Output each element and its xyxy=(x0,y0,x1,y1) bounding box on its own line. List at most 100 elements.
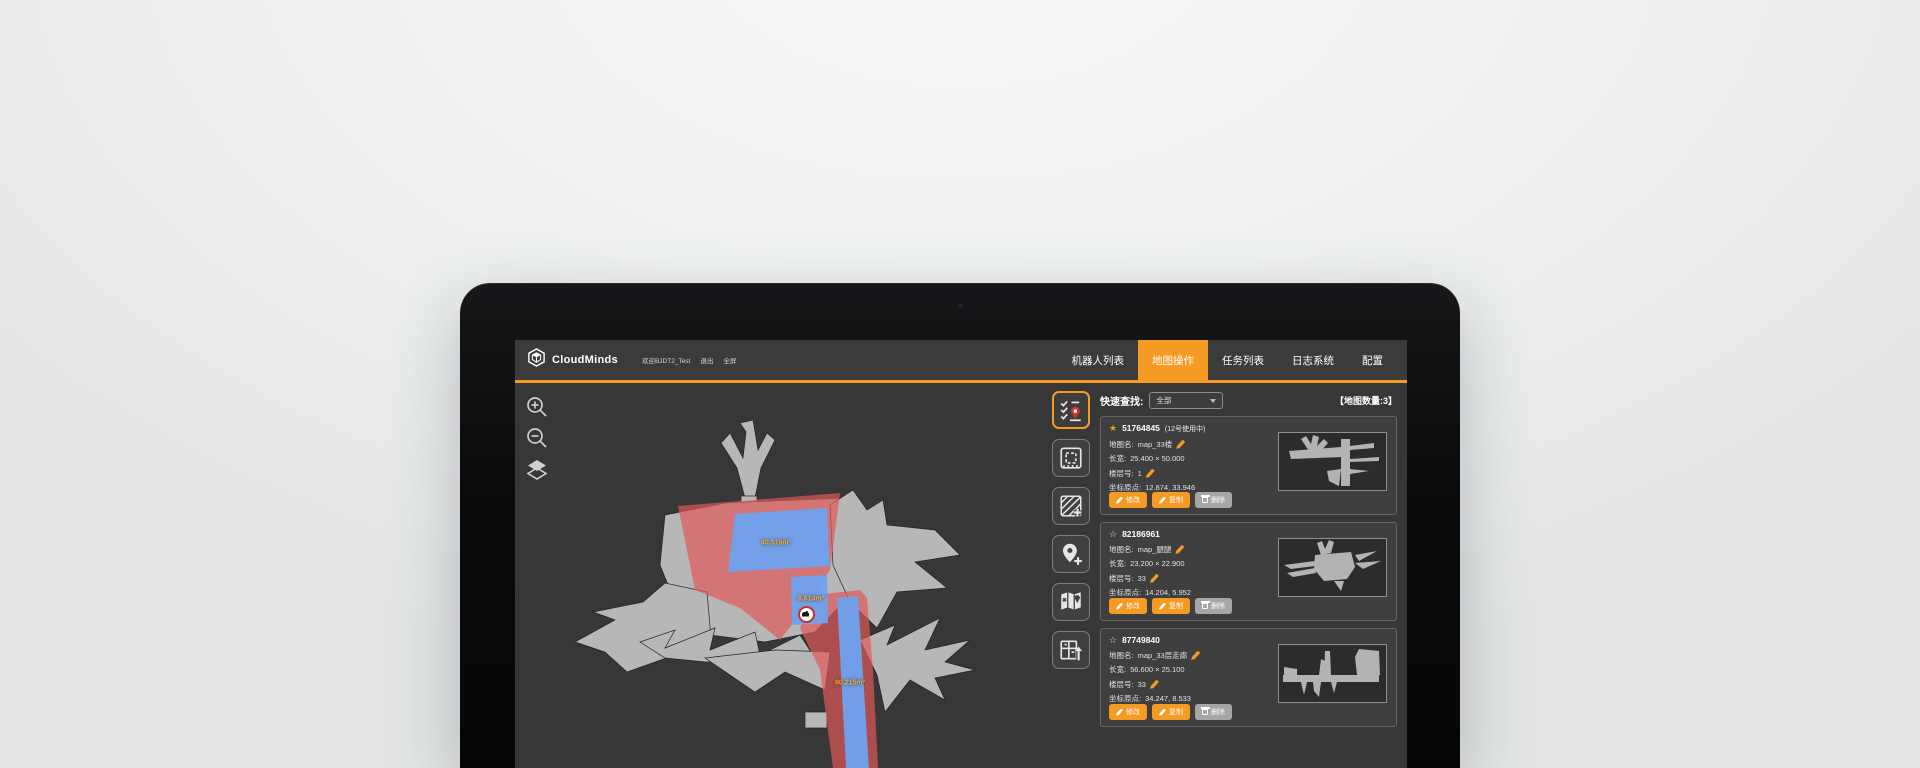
favorite-star-icon[interactable]: ☆ xyxy=(1109,530,1117,539)
welcome-text: 欢迎BJDT2_Test xyxy=(642,355,690,365)
map-count-text: 【地图数量:3】 xyxy=(1335,394,1397,407)
map-zoom-controls xyxy=(525,395,549,481)
edit-icon[interactable] xyxy=(1175,545,1184,554)
area-label: 40.519m² xyxy=(761,540,791,547)
delete-button[interactable]: 删除 xyxy=(1195,598,1232,614)
origin-label: 坐标原点: xyxy=(1109,693,1141,704)
trash-icon xyxy=(1202,497,1208,504)
map-name-value: map_33楼 xyxy=(1138,439,1173,450)
edit-icon[interactable] xyxy=(1191,651,1200,660)
floor-label: 楼层号: xyxy=(1109,468,1134,479)
edit-icon xyxy=(1116,603,1123,610)
tool-map-upload-button[interactable] xyxy=(1052,631,1090,669)
fullscreen-link[interactable]: 全屏 xyxy=(723,355,736,365)
navbar: CloudMinds 欢迎BJDT2_Test 退出 全屏 机器人列表 地图操作… xyxy=(515,340,1407,383)
map-toolbar xyxy=(1052,391,1090,669)
map-id: 51764845 xyxy=(1122,423,1160,433)
modify-button[interactable]: 修改 xyxy=(1109,704,1147,720)
webcam-dot xyxy=(958,303,963,308)
map-size-value: 23.200 × 22.900 xyxy=(1130,559,1184,568)
favorite-star-icon[interactable]: ★ xyxy=(1109,424,1117,433)
map-size-label: 长宽: xyxy=(1109,664,1126,675)
map-in-use-text: (12号使用中) xyxy=(1165,424,1205,434)
favorite-star-icon[interactable]: ☆ xyxy=(1109,636,1117,645)
nav-tab-task-list[interactable]: 任务列表 xyxy=(1208,340,1278,380)
modify-button[interactable]: 修改 xyxy=(1109,598,1147,614)
tool-add-point-button[interactable] xyxy=(1052,535,1090,573)
trash-icon xyxy=(1202,603,1208,610)
map-card: ★ 51764845 (12号使用中) 地图名:map_33楼 长宽:25.40… xyxy=(1100,416,1397,515)
map-name-value: map_腿腿 xyxy=(1138,544,1172,555)
origin-label: 坐标原点: xyxy=(1109,587,1141,598)
edit-icon xyxy=(1159,497,1166,504)
map-size-value: 25.400 × 50.000 xyxy=(1130,454,1184,463)
copy-button[interactable]: 复制 xyxy=(1152,598,1190,614)
nav-tab-map-operations[interactable]: 地图操作 xyxy=(1138,340,1208,380)
trash-icon xyxy=(1202,709,1208,716)
map-thumbnail[interactable] xyxy=(1278,432,1387,491)
map-id: 82186961 xyxy=(1122,529,1160,539)
floor-label: 楼层号: xyxy=(1109,679,1134,690)
nav-tab-config[interactable]: 配置 xyxy=(1348,340,1397,380)
copy-button[interactable]: 复制 xyxy=(1152,492,1190,508)
brand[interactable]: CloudMinds xyxy=(527,340,618,380)
delete-button[interactable]: 删除 xyxy=(1195,492,1232,508)
edit-icon[interactable] xyxy=(1146,469,1155,478)
delete-button[interactable]: 删除 xyxy=(1195,704,1232,720)
floor-value: 33 xyxy=(1138,680,1146,689)
map-card: ☆ 82186961 地图名: map_腿腿 长宽: 23.200 × 22.900… xyxy=(1100,522,1397,621)
tool-map-marker-button[interactable] xyxy=(1052,583,1090,621)
zoom-in-button[interactable] xyxy=(525,395,549,419)
map-thumbnail[interactable] xyxy=(1278,538,1387,597)
area-label: 8.614m² xyxy=(798,596,824,603)
session-bar: 欢迎BJDT2_Test 退出 全屏 xyxy=(642,340,736,380)
map-list-panel: 快速查找: 全部 【地图数量:3】 ★ 51764845 xyxy=(1100,383,1407,768)
content-area: 40.519m² 8.614m² 80.215m² xyxy=(515,383,1407,768)
tool-task-points-button[interactable] xyxy=(1052,391,1090,429)
map-name-label: 地图名: xyxy=(1109,439,1134,450)
floor-label: 楼层号: xyxy=(1109,573,1134,584)
copy-button[interactable]: 复制 xyxy=(1152,704,1190,720)
layers-button[interactable] xyxy=(525,457,549,481)
robot-position-marker[interactable] xyxy=(798,606,815,623)
floor-value: 33 xyxy=(1138,574,1146,583)
origin-value: 34.247, 8.533 xyxy=(1145,694,1191,703)
edit-icon[interactable] xyxy=(1176,440,1185,449)
edit-icon xyxy=(1159,603,1166,610)
map-size-label: 长宽: xyxy=(1109,558,1126,569)
origin-value: 12.874, 33.946 xyxy=(1145,483,1195,492)
main-nav: 机器人列表 地图操作 任务列表 日志系统 配置 xyxy=(1058,340,1398,380)
modify-button[interactable]: 修改 xyxy=(1109,492,1147,508)
robot-icon xyxy=(802,611,809,617)
cloudminds-logo-icon xyxy=(527,348,546,372)
map-thumbnail[interactable] xyxy=(1278,644,1387,703)
zoom-out-button[interactable] xyxy=(525,426,549,450)
edit-icon[interactable] xyxy=(1150,680,1159,689)
origin-value: 14.204, 5.952 xyxy=(1145,588,1191,597)
map-name-label: 地图名: xyxy=(1109,544,1134,555)
app-window: CloudMinds 欢迎BJDT2_Test 退出 全屏 机器人列表 地图操作… xyxy=(515,340,1407,768)
page-background: CloudMinds 欢迎BJDT2_Test 退出 全屏 机器人列表 地图操作… xyxy=(0,0,1920,768)
edit-icon xyxy=(1116,709,1123,716)
map-card-list: ★ 51764845 (12号使用中) 地图名: map_33楼 长宽: 25.40… xyxy=(1100,416,1397,727)
map-size-value: 56.600 × 25.100 xyxy=(1130,665,1184,674)
area-label: 80.215m² xyxy=(835,680,865,687)
quick-search-label: 快速查找: xyxy=(1100,393,1143,408)
laptop-frame: CloudMinds 欢迎BJDT2_Test 退出 全屏 机器人列表 地图操作… xyxy=(460,283,1460,768)
edit-icon xyxy=(1159,709,1166,716)
nav-tab-robot-list[interactable]: 机器人列表 xyxy=(1058,340,1139,380)
edit-icon[interactable] xyxy=(1150,574,1159,583)
nav-tab-log-system[interactable]: 日志系统 xyxy=(1278,340,1348,380)
logout-link[interactable]: 退出 xyxy=(700,355,713,365)
brand-name: CloudMinds xyxy=(552,354,618,366)
edit-icon xyxy=(1116,497,1123,504)
map-card: ☆ 87749840 地图名:map_33层走廊 长宽:56.600 × 25.… xyxy=(1100,628,1397,727)
floor-value: 1 xyxy=(1138,469,1142,478)
panel-header: 快速查找: 全部 【地图数量:3】 xyxy=(1100,392,1397,409)
filter-dropdown-value: 全部 xyxy=(1156,395,1171,406)
filter-dropdown[interactable]: 全部 xyxy=(1149,392,1223,409)
chevron-down-icon xyxy=(1210,399,1216,403)
map-name-label: 地图名: xyxy=(1109,650,1134,661)
tool-select-region-button[interactable] xyxy=(1052,439,1090,477)
tool-virtual-wall-add-button[interactable] xyxy=(1052,487,1090,525)
